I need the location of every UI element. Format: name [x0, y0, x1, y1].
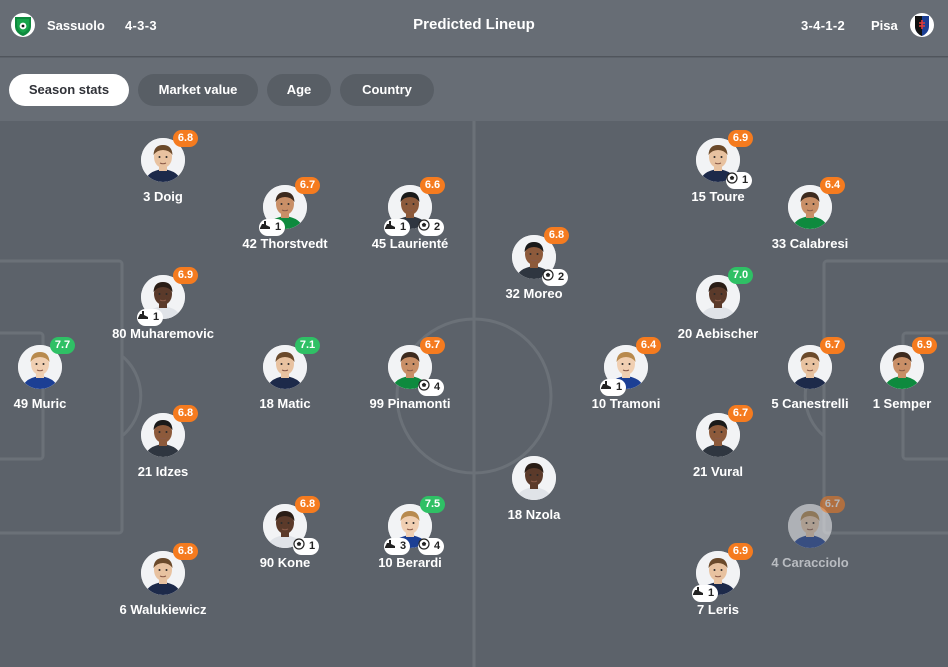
player-name[interactable]: 1 Semper	[822, 396, 948, 411]
assists-badge: 1	[259, 219, 286, 236]
stat-count: 4	[434, 381, 441, 393]
stat-count: 1	[708, 587, 715, 599]
football-icon	[293, 538, 308, 551]
player-card[interactable]: 6.9 1 Semper	[822, 337, 948, 441]
away-team-name[interactable]: Pisa	[871, 18, 898, 33]
tab-country[interactable]: Country	[340, 74, 434, 106]
player-avatar[interactable]	[512, 456, 556, 500]
lineup-header: Sassuolo 4-3-3 Predicted Lineup 3-4-1-2 …	[0, 0, 948, 57]
player-rating-badge: 6.8	[173, 543, 198, 560]
football-icon	[726, 172, 741, 185]
player-card[interactable]: 6.8 21 Idzes	[83, 405, 243, 509]
football-icon	[542, 269, 557, 282]
goals-badge: 2	[418, 219, 445, 236]
football-icon	[418, 219, 433, 232]
stat-count: 2	[558, 271, 565, 283]
player-rating-badge: 6.6	[420, 177, 445, 194]
tab-season-stats[interactable]: Season stats	[9, 74, 129, 106]
stat-count: 1	[616, 381, 623, 393]
player-rating-badge: 6.4	[820, 177, 845, 194]
player-card[interactable]: 18 Nzola	[454, 456, 614, 552]
player-rating-badge: 6.9	[728, 543, 753, 560]
player-card[interactable]: 6.7 21 Vural	[638, 405, 798, 509]
stat-count: 4	[434, 540, 441, 552]
player-rating-badge: 6.8	[173, 130, 198, 147]
player-name[interactable]: 21 Idzes	[83, 464, 243, 479]
player-card[interactable]: 6.7 4 99 Pinamonti	[330, 337, 490, 441]
football-icon	[418, 379, 433, 392]
player-name[interactable]: 7 Leris	[638, 602, 798, 617]
boot-icon	[693, 586, 707, 598]
player-rating-badge: 6.8	[544, 227, 569, 244]
player-rating-badge: 7.5	[420, 496, 445, 513]
away-formation: 3-4-1-2	[801, 18, 846, 33]
boot-icon	[260, 220, 274, 232]
player-rating-badge: 7.0	[728, 267, 753, 284]
player-name[interactable]: 32 Moreo	[454, 286, 614, 301]
player-name[interactable]: 10 Berardi	[330, 555, 490, 570]
player-rating-badge: 6.8	[173, 405, 198, 422]
stat-tabs: Season stats Market value Age Country	[0, 58, 948, 121]
assists-badge: 1	[692, 585, 719, 602]
stat-count: 1	[400, 221, 407, 233]
player-card[interactable]: 6.4 33 Calabresi	[730, 177, 890, 281]
player-name[interactable]: 21 Vural	[638, 464, 798, 479]
stat-count: 1	[309, 540, 316, 552]
player-name[interactable]: 20 Aebischer	[638, 326, 798, 341]
football-icon	[418, 538, 433, 551]
stat-count: 1	[275, 221, 282, 233]
goals-badge: 4	[418, 379, 445, 396]
player-rating-badge: 6.9	[173, 267, 198, 284]
player-rating-badge: 6.7	[728, 405, 753, 422]
player-rating-badge: 6.4	[636, 337, 661, 354]
player-card[interactable]: 6.9 1 7 Leris	[638, 543, 798, 647]
player-card[interactable]: 6.8 6 Walukiewicz	[83, 543, 243, 647]
boot-icon	[601, 380, 615, 392]
player-rating-badge: 7.7	[50, 337, 75, 354]
player-card[interactable]: 6.8 2 32 Moreo	[454, 227, 614, 331]
assists-badge: 3	[384, 538, 411, 555]
player-name[interactable]: 99 Pinamonti	[330, 396, 490, 411]
boot-icon	[385, 220, 399, 232]
assists-badge: 1	[384, 219, 411, 236]
stat-count: 1	[153, 311, 160, 323]
goals-badge: 4	[418, 538, 445, 555]
player-rating-badge: 6.7	[420, 337, 445, 354]
tab-age[interactable]: Age	[267, 74, 331, 106]
player-name[interactable]: 33 Calabresi	[730, 236, 890, 251]
player-rating-badge: 6.9	[912, 337, 937, 354]
tab-market-value[interactable]: Market value	[138, 74, 258, 106]
stat-count: 3	[400, 540, 407, 552]
assists-badge: 1	[600, 379, 627, 396]
player-name[interactable]: 49 Muric	[0, 396, 120, 411]
player-name[interactable]: 6 Walukiewicz	[83, 602, 243, 617]
player-name[interactable]: 18 Nzola	[454, 507, 614, 522]
player-rating-badge: 6.9	[728, 130, 753, 147]
goals-badge: 1	[293, 538, 320, 555]
player-name[interactable]: 10 Tramoni	[546, 396, 706, 411]
player-rating-badge: 6.8	[295, 496, 320, 513]
boot-icon	[385, 539, 399, 551]
player-rating-badge: 6.7	[295, 177, 320, 194]
stat-count: 2	[434, 221, 441, 233]
player-rating-badge: 7.1	[295, 337, 320, 354]
pitch: 6.8 3 Doig 6.7 1 42 Thorstvedt 6.6 1 2 45 Laurie…	[0, 121, 948, 667]
goals-badge: 2	[542, 269, 569, 286]
player-rating-badge: 6.7	[820, 496, 845, 513]
player-name[interactable]: 80 Muharemovic	[83, 326, 243, 341]
boot-icon	[138, 310, 152, 322]
pisa-logo[interactable]	[909, 12, 935, 38]
assists-badge: 1	[137, 309, 164, 326]
